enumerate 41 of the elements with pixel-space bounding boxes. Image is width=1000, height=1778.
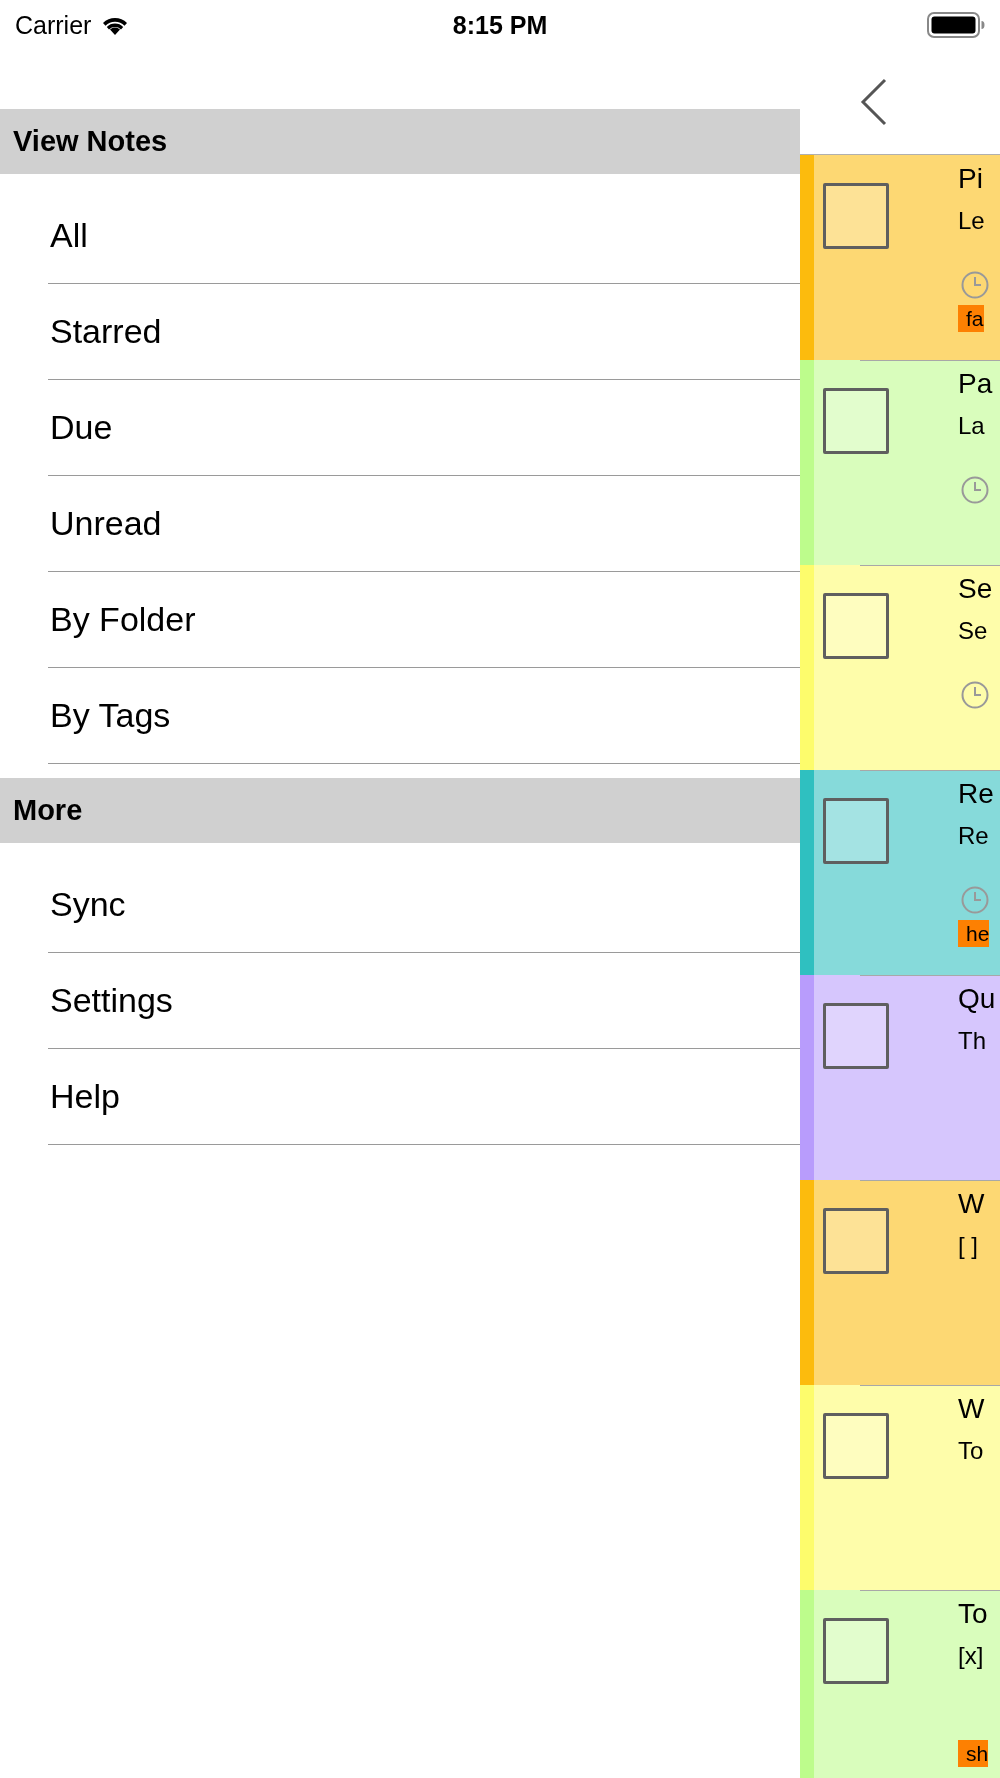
checkbox[interactable]	[823, 1208, 889, 1274]
section-header: View Notes	[0, 109, 800, 174]
note-preview: Se	[958, 617, 988, 645]
checkbox[interactable]	[823, 183, 889, 249]
tag-label: fa	[958, 305, 984, 332]
carrier-label: Carrier	[15, 10, 92, 40]
note-card[interactable]: Re Re he	[800, 770, 1000, 975]
clock-time: 8:15 PM	[452, 10, 548, 40]
note-card[interactable]: Pi Le fa	[800, 155, 1000, 360]
note-title: W	[958, 1392, 985, 1426]
note-title: Qu	[958, 982, 996, 1016]
note-card[interactable]: Pa La	[800, 360, 1000, 565]
note-preview: [x]	[958, 1642, 984, 1670]
note-card[interactable]: Se Se	[800, 565, 1000, 770]
note-title: Se	[958, 572, 993, 606]
note-card[interactable]: To [x] sh	[800, 1590, 1000, 1778]
checkbox[interactable]	[823, 1003, 889, 1069]
battery-icon	[927, 12, 985, 38]
note-title: Pi	[958, 162, 983, 196]
note-preview: Le	[958, 207, 985, 235]
note-card[interactable]: Qu Th	[800, 975, 1000, 1180]
note-title: Re	[958, 777, 994, 811]
note-preview: To	[958, 1437, 984, 1465]
note-card[interactable]: W [ ]	[800, 1180, 1000, 1385]
back-icon[interactable]	[860, 78, 888, 126]
checkbox[interactable]	[823, 593, 889, 659]
note-card[interactable]: W To	[800, 1385, 1000, 1590]
note-title: Pa	[958, 367, 993, 401]
tag-label: sh	[958, 1740, 989, 1767]
checkbox[interactable]	[823, 388, 889, 454]
section-header: More	[0, 778, 800, 843]
tag-label: he	[958, 920, 990, 947]
note-title: To	[958, 1597, 988, 1631]
note-preview: La	[958, 412, 985, 440]
checkbox[interactable]	[823, 1413, 889, 1479]
note-title: W	[958, 1187, 985, 1221]
note-preview: [ ]	[958, 1232, 978, 1260]
checkbox[interactable]	[823, 798, 889, 864]
note-preview: Th	[958, 1027, 986, 1055]
note-preview: Re	[958, 822, 989, 850]
checkbox[interactable]	[823, 1618, 889, 1684]
